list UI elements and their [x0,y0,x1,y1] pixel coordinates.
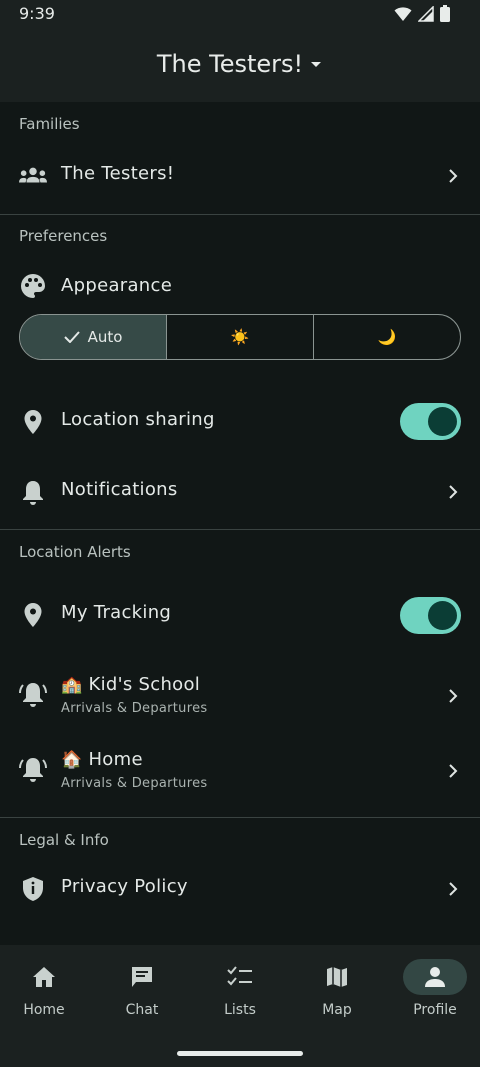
appearance-label: Appearance [61,275,173,296]
nav-icon-container [208,959,272,995]
status-time: 9:39 [19,4,55,23]
palette-icon [19,272,47,300]
location-pin-icon [19,601,47,629]
sun-icon: ☀️ [230,328,250,346]
nav-label: Profile [413,1002,457,1018]
chevron-right-icon [449,882,458,896]
location-sharing-toggle[interactable] [400,403,461,440]
appearance-dark-button[interactable]: 🌙 [314,315,460,359]
appearance-segmented-control: Auto ☀️ 🌙 [19,314,461,360]
house-emoji-icon: 🏠 [61,750,83,770]
section-header-preferences: Preferences [19,227,108,245]
place-name: 🏠 Home [61,749,143,770]
location-sharing-row[interactable]: Location sharing [0,396,480,448]
nav-item-map[interactable]: Map [297,959,377,1018]
nav-label: Chat [125,1002,159,1018]
toggle-knob [428,601,457,630]
moon-icon: 🌙 [377,328,397,346]
my-tracking-row[interactable]: My Tracking [0,589,480,641]
chevron-right-icon [449,689,458,703]
place-subtitle: Arrivals & Departures [61,776,208,791]
home-icon [33,967,55,987]
nav-item-lists[interactable]: Lists [200,959,280,1018]
nav-icon-container [403,959,467,995]
nav-item-chat[interactable]: Chat [102,959,182,1018]
home-indicator[interactable] [177,1051,303,1056]
divider [0,817,480,818]
nav-item-home[interactable]: Home [4,959,84,1018]
place-subtitle: Arrivals & Departures [61,701,208,716]
chat-icon [132,967,152,987]
checklist-icon [227,966,252,986]
chevron-right-icon [449,169,458,183]
section-header-legal: Legal & Info [19,831,109,849]
family-item[interactable]: The Testers! [0,150,480,202]
group-icon [19,162,47,190]
bell-ring-icon [19,680,47,708]
check-icon [63,331,80,343]
bell-icon [19,478,47,506]
map-icon [327,967,347,987]
school-emoji-icon: 🏫 [61,675,83,695]
wifi-icon [394,6,412,21]
section-header-location-alerts: Location Alerts [19,543,131,561]
appearance-auto-label: Auto [87,328,123,346]
app-bar: The Testers! [0,30,480,102]
shield-info-icon [19,875,47,903]
place-name: 🏫 Kid's School [61,674,200,695]
chevron-right-icon [449,764,458,778]
my-tracking-label: My Tracking [61,602,172,623]
status-icons [394,5,450,22]
bottom-navigation: Home Chat Lists Map Profile [0,945,480,1067]
status-bar: 9:39 [0,0,480,30]
nav-item-profile[interactable]: Profile [395,959,475,1018]
chevron-right-icon [449,485,458,499]
appearance-row: Appearance [0,260,480,312]
section-header-families: Families [19,115,80,133]
toggle-knob [428,407,457,436]
family-item-label: The Testers! [61,163,175,184]
dropdown-arrow-icon [311,62,322,67]
page-title: The Testers! [156,50,304,78]
place-name-text: Kid's School [88,674,201,695]
nav-icon-container [305,959,369,995]
privacy-policy-label: Privacy Policy [61,876,188,897]
my-tracking-toggle[interactable] [400,597,461,634]
nav-label: Home [23,1002,65,1018]
location-pin-icon [19,408,47,436]
place-name-text: Home [88,749,143,770]
divider [0,529,480,530]
family-switcher[interactable]: The Testers! [0,50,480,78]
appearance-auto-button[interactable]: Auto [20,315,167,359]
notifications-row[interactable]: Notifications [0,466,480,518]
profile-content[interactable]: Families The Testers! Preferences Appear… [0,102,480,945]
appearance-light-button[interactable]: ☀️ [167,315,314,359]
divider [0,214,480,215]
nav-icon-container [12,959,76,995]
privacy-policy-row[interactable]: Privacy Policy [0,863,480,915]
place-alert-item[interactable]: 🏠 Home Arrivals & Departures [0,743,480,799]
nav-icon-container [110,959,174,995]
notifications-label: Notifications [61,479,178,500]
signal-icon [418,5,434,22]
place-alert-item[interactable]: 🏫 Kid's School Arrivals & Departures [0,668,480,724]
nav-label: Map [322,1002,352,1018]
person-icon [425,967,445,987]
nav-label: Lists [224,1002,256,1018]
bell-ring-icon [19,755,47,783]
location-sharing-label: Location sharing [61,409,215,430]
battery-icon [440,5,450,22]
